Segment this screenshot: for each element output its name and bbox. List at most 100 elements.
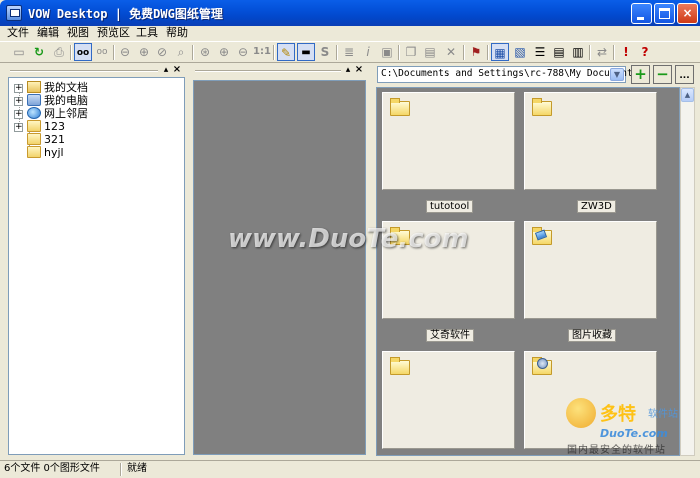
info-icon[interactable]: i (359, 43, 377, 61)
scroll-up-icon[interactable]: ▲ (681, 88, 694, 102)
watermark-text: www.DuoTe.com (228, 224, 469, 254)
minimize-button[interactable] (631, 3, 652, 24)
zoom-1to1-icon[interactable]: 1:1 (253, 43, 271, 61)
expand-icon[interactable]: + (14, 84, 23, 93)
open-folder-icon[interactable]: ▭ (10, 43, 28, 61)
text-s-icon[interactable]: S (316, 43, 334, 61)
convert-icon[interactable]: ⇄ (593, 43, 611, 61)
zoom-out-icon[interactable]: ⊖ (116, 43, 134, 61)
zoom-realtime-icon[interactable]: ⊕ (215, 43, 233, 61)
paste-icon[interactable]: ▤ (421, 43, 439, 61)
view-details-icon[interactable]: ▤ (550, 43, 568, 61)
help-icon[interactable]: ? (636, 43, 654, 61)
menu-file[interactable]: 文件 (7, 26, 29, 40)
expand-icon[interactable]: + (14, 123, 23, 132)
copy-to-icon[interactable]: ▣ (378, 43, 396, 61)
view-list-icon[interactable]: ☰ (531, 43, 549, 61)
browse-button[interactable]: ... (675, 65, 694, 84)
view-icons-icon[interactable]: ▧ (511, 43, 529, 61)
tree-item-my-documents[interactable]: + 我的文档 (9, 81, 184, 94)
status-separator (120, 463, 122, 476)
toolbar-separator (273, 45, 275, 60)
thumbnail-label: 艾奇软件 (426, 329, 474, 342)
layer-toggle-icon[interactable]: ✎ (277, 43, 295, 61)
pin-icon[interactable]: ▴ (161, 65, 171, 75)
toolbar-separator (398, 45, 400, 60)
tree-item-label: 123 (44, 120, 65, 133)
watermark-brand: 多特 (600, 404, 636, 425)
tree-panel-header: ▴ × (6, 64, 186, 77)
watermark-slogan: 国内最安全的软件站 (567, 445, 666, 456)
tree-item-123[interactable]: + 123 (9, 120, 184, 133)
zoom-in-icon[interactable]: ⊕ (135, 43, 153, 61)
status-state: 就绪 (127, 463, 147, 474)
view-thumbnails-icon[interactable]: ▦ (491, 43, 509, 61)
thumbnail-folder[interactable] (382, 351, 515, 449)
folder-icon (390, 357, 410, 375)
maximize-icon (659, 8, 670, 19)
dropdown-arrow-icon[interactable]: ▼ (610, 68, 624, 81)
remove-favorite-button[interactable]: − (653, 65, 672, 84)
menu-bar: 文件 编辑 视图 预览区 工具 帮助 (0, 26, 700, 40)
expand-icon[interactable]: + (14, 110, 23, 119)
zoom-extents-icon[interactable]: ⊖ (234, 43, 252, 61)
vertical-scrollbar[interactable]: ▲ (680, 87, 695, 456)
tree-item-321[interactable]: 321 (9, 133, 184, 146)
my-documents-icon (27, 81, 41, 93)
toolbar-separator (613, 45, 615, 60)
thumbnail-my-pictures[interactable] (524, 221, 657, 319)
app-icon (6, 5, 22, 21)
refresh-icon[interactable]: ↻ (30, 43, 48, 61)
zoom-fit-icon[interactable]: ⊘ (153, 43, 171, 61)
maximize-button[interactable] (654, 3, 675, 24)
status-file-count: 6个文件 0个图形文件 (4, 463, 100, 474)
thumbnail-label: ZW3D (577, 200, 616, 213)
panel-close-icon[interactable]: × (172, 64, 182, 75)
delete-icon[interactable]: ✕ (442, 43, 460, 61)
thumbnail-label: tutotool (426, 200, 474, 213)
menu-tools[interactable]: 工具 (136, 26, 158, 40)
path-combobox[interactable]: C:\Documents and Settings\rc-788\My Docu… (377, 66, 638, 83)
menu-edit[interactable]: 编辑 (37, 26, 59, 40)
tree-item-hyjl[interactable]: hyjl (9, 146, 184, 159)
toolbar: ▭ ↻ ⎙ oo oo ⊖ ⊕ ⊘ ⌕ ⊛ ⊕ ⊖ 1:1 ✎ ▬ S ≣ i … (0, 41, 700, 63)
properties-icon[interactable]: ≣ (340, 43, 358, 61)
zoom-window-icon[interactable]: ⌕ (172, 43, 190, 61)
panel-grip[interactable] (195, 70, 341, 72)
alert-icon[interactable]: ! (617, 43, 635, 61)
tree-item-my-computer[interactable]: + 我的电脑 (9, 94, 184, 107)
hide-links-icon[interactable]: oo (93, 43, 111, 61)
pin-icon[interactable]: ▴ (343, 65, 353, 75)
toolbar-separator (487, 45, 489, 60)
preview-pane[interactable] (193, 80, 366, 455)
print-icon[interactable]: ⎙ (50, 43, 68, 61)
menu-view[interactable]: 视图 (67, 26, 89, 40)
toolbar-separator (192, 45, 194, 60)
site-logo-icon (566, 398, 596, 428)
title-bar: VOW Desktop | 免费DWG图纸管理 × (0, 0, 700, 26)
folder-icon (27, 133, 41, 145)
close-button[interactable]: × (677, 3, 698, 24)
tree-item-label: 我的电脑 (44, 94, 88, 107)
expand-icon[interactable]: + (14, 97, 23, 106)
tree-item-network-places[interactable]: + 网上邻居 (9, 107, 184, 120)
copy-icon[interactable]: ❐ (402, 43, 420, 61)
add-favorite-button[interactable]: + (631, 65, 650, 84)
view-grid-icon[interactable]: ▥ (569, 43, 587, 61)
thumbnail-tutotool[interactable] (382, 92, 515, 190)
show-links-icon[interactable]: oo (74, 43, 92, 61)
mark-icon[interactable]: ⚑ (467, 43, 485, 61)
layout-toggle-icon[interactable]: ▬ (297, 43, 315, 61)
menu-help[interactable]: 帮助 (166, 26, 188, 40)
watermark-brand-tag: 软件站 (648, 409, 678, 420)
folder-tree[interactable]: + 我的文档 + 我的电脑 + 网上邻居 + 123 321 hyjl (8, 77, 185, 455)
panel-close-icon[interactable]: × (354, 64, 364, 75)
panel-grip[interactable] (10, 70, 158, 72)
tree-item-label: 321 (44, 133, 65, 146)
path-value: C:\Documents and Settings\rc-788\My Docu… (381, 68, 639, 79)
menu-preview[interactable]: 预览区 (97, 26, 130, 40)
thumbnail-zw3d[interactable] (524, 92, 657, 190)
toolbar-separator (589, 45, 591, 60)
zoom-prev-icon[interactable]: ⊛ (196, 43, 214, 61)
folder-icon (390, 98, 410, 116)
